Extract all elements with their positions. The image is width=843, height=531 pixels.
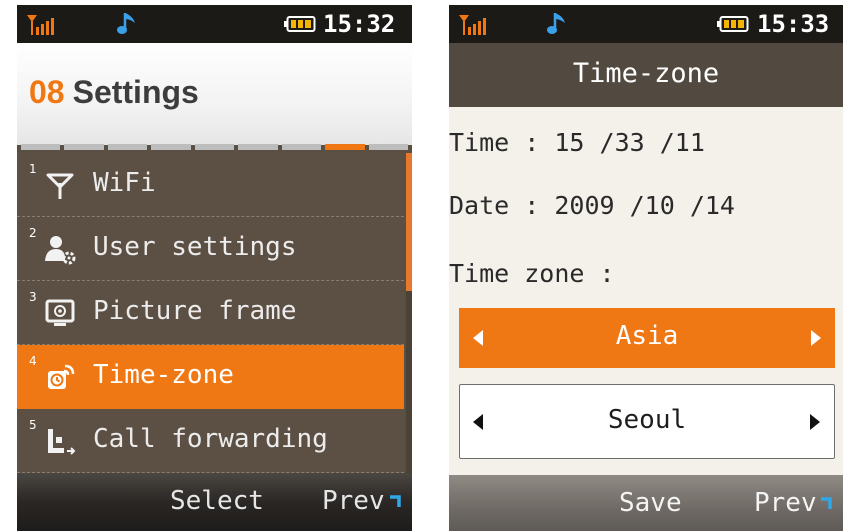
menu-item-time-zone[interactable]: 4 Time-zone — [17, 345, 404, 409]
item-label: WiFi — [93, 168, 156, 198]
music-note-icon — [117, 13, 135, 34]
select-softkey[interactable]: Select — [170, 486, 264, 516]
region-value: Asia — [615, 321, 679, 351]
back-arrow-icon — [821, 497, 832, 509]
menu-scrollbar[interactable] — [406, 153, 412, 473]
menu-item-call-forwarding[interactable]: 5 Call forwarding — [17, 409, 404, 473]
settings-header: 08 Settings — [17, 43, 412, 150]
item-number: 1 — [29, 162, 37, 176]
time-zone-screen: 15:33 Time-zone Time : 15 /33 /11 Date :… — [449, 5, 843, 531]
right-arrow-icon[interactable] — [808, 414, 822, 430]
title-bar: Time-zone — [449, 43, 843, 107]
page-dot — [238, 144, 278, 150]
time-readout: Time : 15 /33 /11 — [449, 128, 705, 157]
antenna-icon — [46, 173, 74, 199]
call-forwarding-icon — [48, 429, 76, 455]
softkey-bar: Save Prev — [449, 475, 843, 531]
item-label: Time-zone — [93, 360, 234, 390]
city-value: Seoul — [607, 405, 687, 435]
page-dot — [368, 144, 408, 150]
settings-menu: 1 WiFi 2 User settings 3 Picture frame 4… — [17, 153, 404, 473]
page-dot — [325, 144, 365, 150]
user-settings-icon — [45, 236, 76, 265]
item-label: Call forwarding — [93, 424, 328, 454]
date-readout: Date : 2009 /10 /14 — [449, 191, 735, 220]
page-dot — [281, 144, 322, 150]
menu-item-wifi[interactable]: 1 WiFi — [17, 153, 404, 217]
title-text: Settings — [72, 74, 199, 110]
prev-softkey[interactable]: Prev — [754, 488, 817, 518]
item-number: 5 — [29, 418, 37, 432]
status-bar: 15:32 — [17, 5, 412, 43]
page-indicator — [21, 144, 408, 150]
city-selector[interactable]: Seoul — [459, 384, 835, 459]
picture-frame-icon — [45, 299, 75, 326]
time-zone-icon — [48, 364, 75, 389]
save-softkey[interactable]: Save — [619, 488, 682, 518]
page-dot — [64, 144, 104, 150]
signal-strength-icon — [27, 15, 54, 35]
region-selector[interactable]: Asia — [459, 308, 835, 368]
page-dot — [194, 144, 235, 150]
right-arrow-icon[interactable] — [809, 330, 823, 346]
item-number: 3 — [29, 290, 37, 304]
battery-icon — [284, 16, 316, 32]
status-bar: 15:33 — [449, 5, 843, 43]
status-clock: 15:32 — [323, 10, 396, 38]
page-dot — [107, 144, 148, 150]
page-title: Time-zone — [572, 58, 720, 89]
prev-softkey[interactable]: Prev — [322, 486, 385, 516]
page-dot — [151, 144, 191, 150]
item-number: 2 — [29, 226, 37, 240]
scroll-thumb[interactable] — [406, 153, 412, 291]
settings-screen: 15:32 08Settings 1 WiFi 2 User settings — [17, 5, 412, 531]
signal-strength-icon — [459, 15, 486, 35]
time-zone-label: Time zone : — [449, 259, 615, 288]
battery-icon — [717, 16, 749, 32]
item-label: User settings — [93, 232, 297, 262]
item-number: 4 — [29, 354, 37, 368]
back-arrow-icon — [390, 495, 401, 507]
item-label: Picture frame — [93, 296, 297, 326]
status-clock: 15:33 — [757, 10, 830, 38]
music-note-icon — [547, 13, 565, 34]
softkey-bar: Select Prev — [17, 473, 412, 531]
menu-item-user-settings[interactable]: 2 User settings — [17, 217, 404, 281]
page-title: 08 Settings — [29, 74, 199, 111]
menu-number: 08 — [29, 74, 65, 110]
menu-item-picture-frame[interactable]: 3 Picture frame — [17, 281, 404, 345]
page-dot — [21, 144, 61, 150]
